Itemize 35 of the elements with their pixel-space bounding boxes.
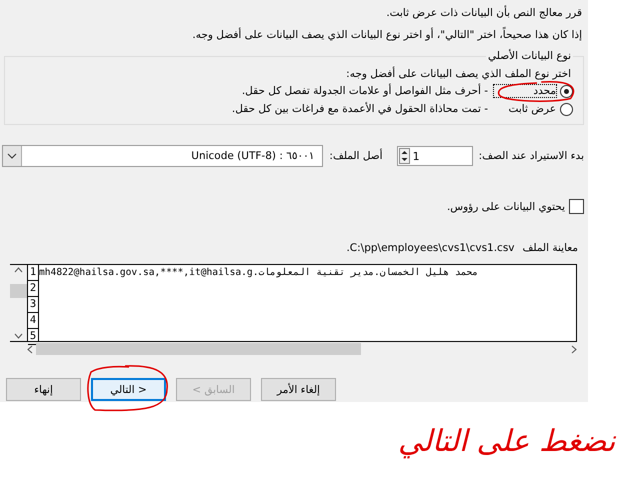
instruction-text: قرر معالج النص بأن البيانات ذات عرض ثابت. bbox=[385, 6, 583, 20]
checkbox-label[interactable]: يحتوي البيانات على رؤوس. bbox=[446, 200, 565, 212]
option-description: - تمت محاذاة الحقول في الأعمدة مع فراغات بين كل حقل. bbox=[232, 103, 488, 115]
scroll-left-icon[interactable] bbox=[27, 344, 33, 354]
instruction-text: إذا كان هذا صحيحاً، اختر "التالي"، أو اختر نوع البيانات الذي يصف البيانات على أفضل وجه. bbox=[191, 28, 583, 42]
scroll-right-icon[interactable] bbox=[571, 344, 577, 354]
scrollbar-thumb[interactable] bbox=[36, 343, 361, 355]
line-number: 4 bbox=[28, 313, 38, 329]
dialog-button[interactable]: إلغاء الأمر bbox=[261, 378, 336, 401]
dialog-button[interactable]: إنهاء bbox=[6, 378, 81, 401]
radio-button[interactable] bbox=[560, 102, 573, 116]
start-row-field[interactable]: 1 bbox=[396, 146, 473, 166]
start-row-label: بدء الاستيراد عند الصف: bbox=[478, 150, 584, 162]
dialog-button[interactable]: التالي > bbox=[91, 378, 166, 401]
preview-line: mh4822@hailsa.gov.sa,****,it@hailsa.g.محمد هليل الخمسان.مدير تقنية المعلومات bbox=[39, 266, 479, 280]
chevron-down-icon bbox=[7, 153, 17, 159]
group-title: نوع البيانات الأصلي bbox=[487, 50, 572, 62]
file-origin-dropdown[interactable]: ٦٥٠٠١ : Unicode (UTF-8) bbox=[2, 145, 324, 167]
handwritten-note: نضغط على التالي bbox=[398, 423, 615, 461]
spinner-icon[interactable] bbox=[398, 148, 410, 164]
file-origin-label: أصل الملف: bbox=[329, 150, 383, 162]
line-number: 3 bbox=[28, 297, 38, 313]
line-number: 2 bbox=[28, 281, 38, 297]
radio-label[interactable]: عرض ثابت bbox=[494, 103, 556, 115]
scroll-up-icon[interactable] bbox=[14, 267, 23, 273]
file-path: C:\pp\employees\cvs1\cvs1.csv. bbox=[346, 242, 515, 254]
scroll-down-icon[interactable] bbox=[14, 333, 23, 339]
checkbox[interactable] bbox=[569, 199, 584, 214]
line-number: 1 bbox=[28, 265, 38, 281]
preview-label: معاينة الملف bbox=[522, 242, 578, 254]
prompt-text: اختر نوع الملف الذي يصف البيانات على أفضل وجه: bbox=[345, 68, 572, 80]
radio-button[interactable] bbox=[560, 84, 573, 98]
scrollbar-thumb[interactable] bbox=[10, 284, 27, 298]
radio-label[interactable]: محدد bbox=[494, 85, 556, 97]
option-description: - أحرف مثل الفواصل أو علامات الجدولة تفصل كل حقل. bbox=[242, 85, 488, 97]
